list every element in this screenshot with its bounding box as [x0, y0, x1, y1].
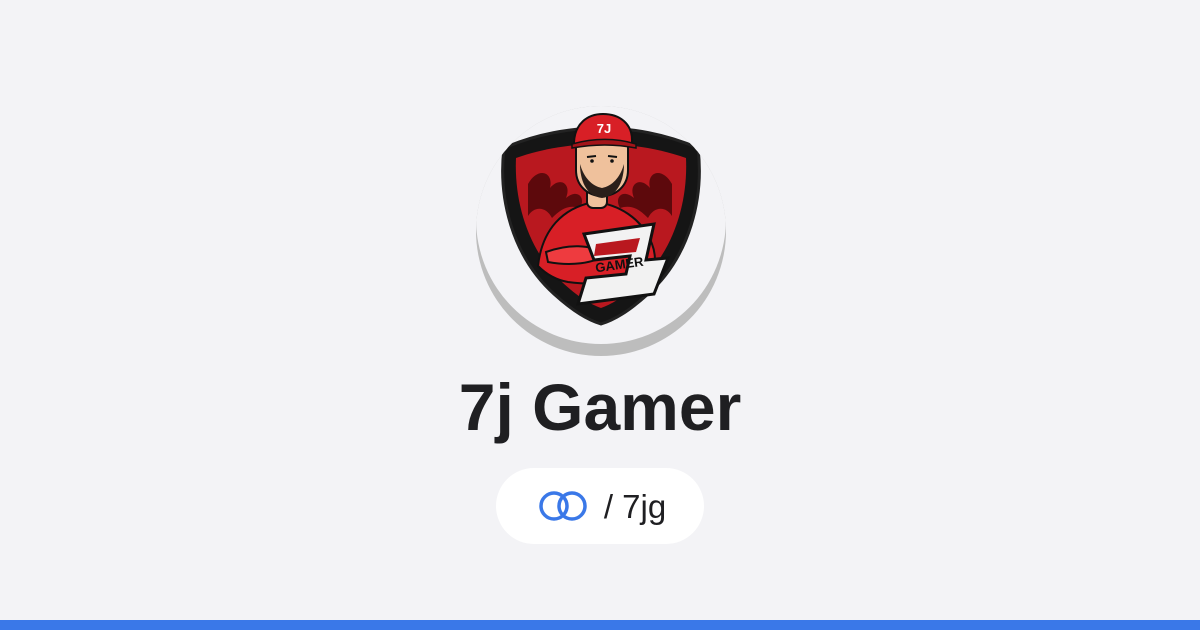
profile-handle-text: / 7jg — [603, 487, 667, 525]
profile-name: 7j Gamer — [458, 370, 742, 444]
avatar-inner: 7J GAMER — [476, 106, 726, 344]
bottom-accent-bar — [0, 620, 1200, 630]
cap-initials: 7J — [597, 121, 611, 136]
profile-avatar: 7J GAMER — [476, 106, 726, 356]
profile-handle-link[interactable]: / 7jg — [496, 468, 704, 544]
gamer-mascot-logo-icon: 7J GAMER — [501, 112, 701, 326]
linked-rings-icon — [539, 491, 587, 521]
